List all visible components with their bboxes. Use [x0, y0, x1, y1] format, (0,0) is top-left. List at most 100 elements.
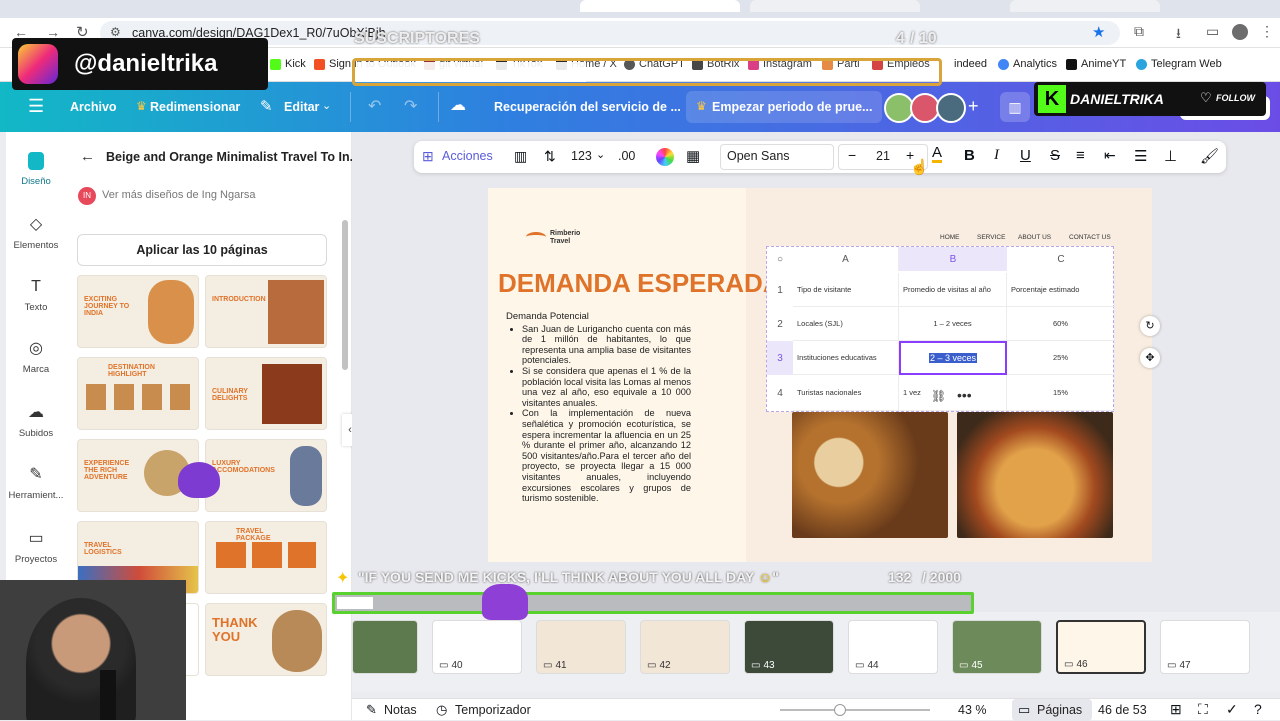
rotate-handle-icon[interactable]: ↻ — [1140, 316, 1160, 336]
column-header-c[interactable]: C — [1007, 247, 1115, 271]
template-thumbnail[interactable]: CULINARY DELIGHTS — [205, 357, 327, 430]
timer-button[interactable]: Temporizador — [455, 703, 531, 717]
rail-brand[interactable]: ◎ Marca — [6, 340, 66, 375]
table-cell[interactable]: Porcentaje estimado — [1007, 273, 1115, 307]
grid-view-icon[interactable]: ⊞ — [1170, 701, 1182, 718]
site-info-icon[interactable]: ⚙ — [110, 25, 121, 39]
hamburger-menu-icon[interactable]: ☰ — [28, 96, 44, 117]
file-menu-button[interactable]: Archivo — [70, 100, 117, 114]
zoom-level[interactable]: 43 % — [958, 703, 987, 717]
rail-design[interactable]: Diseño — [6, 152, 66, 187]
undo-icon[interactable]: ↶ — [368, 96, 381, 116]
font-size-value[interactable]: 21 — [876, 149, 890, 163]
fullscreen-icon[interactable]: ⛶ — [1198, 701, 1208, 718]
chart-icon[interactable]: ▥ — [514, 148, 527, 165]
bookmark-item[interactable]: Kick — [270, 58, 306, 70]
food-photo[interactable] — [792, 412, 948, 538]
template-thumbnail[interactable]: TRAVEL PACKAGE — [205, 521, 327, 594]
table-cell[interactable]: Turistas nacionales — [793, 375, 899, 411]
table-cell[interactable]: Promedio de visitas al año — [899, 273, 1007, 307]
add-collaborator-icon[interactable]: + — [968, 96, 979, 117]
page-thumbnail[interactable] — [352, 620, 418, 674]
pages-button[interactable]: Páginas — [1037, 703, 1082, 717]
zoom-slider[interactable] — [780, 709, 930, 711]
zoom-slider-thumb[interactable] — [834, 704, 846, 716]
copy-style-icon[interactable]: 🖌 — [1200, 147, 1219, 165]
browser-tab[interactable] — [580, 0, 740, 12]
sidebar-icon[interactable]: ▭ — [1206, 23, 1219, 40]
rail-projects[interactable]: ▭ Proyectos — [6, 530, 66, 565]
row-header[interactable]: 4 — [767, 375, 793, 411]
template-thumbnail[interactable]: THANK YOU — [205, 603, 327, 676]
table-cell[interactable]: Instituciones educativas — [793, 341, 899, 375]
menu-dots-icon[interactable]: ⋮ — [1260, 23, 1274, 40]
table-corner-handle[interactable]: ○ — [767, 247, 793, 271]
browser-tab[interactable] — [1010, 0, 1160, 12]
notes-button[interactable]: Notas — [384, 703, 417, 717]
page-thumbnail[interactable]: ▭ 44 — [848, 620, 938, 674]
redo-icon[interactable]: ↷ — [404, 96, 417, 116]
rail-uploads[interactable]: ☁ Subidos — [6, 404, 66, 439]
start-trial-button[interactable]: Empezar periodo de prue... — [712, 100, 872, 114]
move-handle-icon[interactable]: ✥ — [1140, 348, 1160, 368]
align-icon[interactable]: ≡ — [1076, 147, 1085, 164]
check-icon[interactable]: ✓ — [1226, 701, 1238, 718]
selected-table-cell[interactable]: 2 – 3 veces — [899, 341, 1007, 375]
template-thumbnail[interactable]: DESTINATION HIGHLIGHT — [77, 357, 199, 430]
actions-button[interactable]: Acciones — [442, 149, 493, 163]
bookmark-item[interactable]: indeed — [954, 58, 987, 70]
row-header[interactable]: 1 — [767, 273, 793, 307]
design-title[interactable]: Recuperación del servicio de ... — [494, 100, 681, 114]
table-cell[interactable]: 1 vez — [899, 375, 1007, 411]
row-header[interactable]: 2 — [767, 307, 793, 341]
page-thumbnail[interactable]: ▭ 42 — [640, 620, 730, 674]
bold-icon[interactable]: B — [964, 147, 975, 164]
page-thumbnail[interactable]: ▭ 40 — [432, 620, 522, 674]
rail-tools[interactable]: ✎ Herramient... — [6, 466, 66, 501]
table-cell[interactable]: Tipo de visitante — [793, 273, 899, 307]
profile-avatar[interactable] — [1232, 24, 1248, 40]
decrease-font-icon[interactable]: − — [848, 147, 856, 163]
underline-icon[interactable]: U — [1020, 147, 1031, 164]
template-thumbnail[interactable]: EXCITING JOURNEY TO INDIA — [77, 275, 199, 348]
edit-button[interactable]: Editar — [284, 100, 319, 114]
resize-button[interactable]: Redimensionar — [150, 100, 240, 114]
template-thumbnail[interactable]: INTRODUCTION — [205, 275, 327, 348]
food-photo[interactable] — [957, 412, 1113, 538]
cloud-saved-icon[interactable]: ☁ — [450, 95, 466, 115]
apply-all-pages-button[interactable]: Aplicar las 10 páginas — [77, 234, 327, 266]
column-header-a[interactable]: A — [793, 247, 899, 271]
template-thumbnail[interactable]: LUXURY ACCOMODATIONS — [205, 439, 327, 512]
page-thumbnail-current[interactable]: ▭ 46 — [1056, 620, 1146, 674]
borders-icon[interactable]: ▦ — [686, 147, 700, 165]
page-thumbnail[interactable]: ▭ 45 — [952, 620, 1042, 674]
text-color-icon[interactable]: A — [932, 145, 943, 163]
decimals-button[interactable]: .00 — [618, 149, 635, 163]
sort-icon[interactable]: ⇅ — [544, 148, 556, 165]
italic-icon[interactable]: I — [994, 147, 999, 164]
bookmark-item[interactable]: Telegram Web — [1136, 58, 1222, 70]
page-thumbnail[interactable]: ▭ 43 — [744, 620, 834, 674]
table-cell[interactable]: 25% — [1007, 341, 1115, 375]
bookmark-star-icon[interactable]: ★ — [1092, 23, 1105, 41]
table-cell[interactable]: 1 – 2 veces — [899, 307, 1007, 341]
text-direction-icon[interactable]: ⇤ — [1104, 147, 1116, 164]
author-avatar[interactable]: IN — [78, 187, 96, 205]
color-picker-icon[interactable] — [656, 148, 674, 166]
download-icon[interactable]: ⭳ — [1176, 23, 1181, 47]
page-thumbnail[interactable]: ▭ 47 — [1160, 620, 1250, 674]
row-header[interactable]: 3 — [767, 341, 793, 375]
rail-text[interactable]: T Texto — [6, 278, 66, 313]
slide-body-text[interactable]: Demanda Potencial San Juan de Lurigancho… — [506, 311, 691, 504]
link-icon[interactable]: ⛓ — [931, 389, 946, 403]
author-link[interactable]: Ver más diseños de Ing Ngarsa — [102, 189, 255, 201]
bookmark-item[interactable]: AnimeYT — [1066, 58, 1126, 70]
number-format-dropdown[interactable]: 123 — [571, 149, 592, 163]
table-cell[interactable]: 60% — [1007, 307, 1115, 341]
back-arrow-icon[interactable]: ← — [80, 148, 95, 165]
collaborator-avatar[interactable] — [936, 93, 966, 123]
rail-elements[interactable]: ◇ Elementos — [6, 216, 66, 251]
list-icon[interactable]: ☰ — [1134, 147, 1147, 165]
strikethrough-icon[interactable]: S — [1050, 147, 1060, 164]
data-table[interactable]: ○ A B C 1 Tipo de visitante Promedio de … — [766, 246, 1115, 412]
